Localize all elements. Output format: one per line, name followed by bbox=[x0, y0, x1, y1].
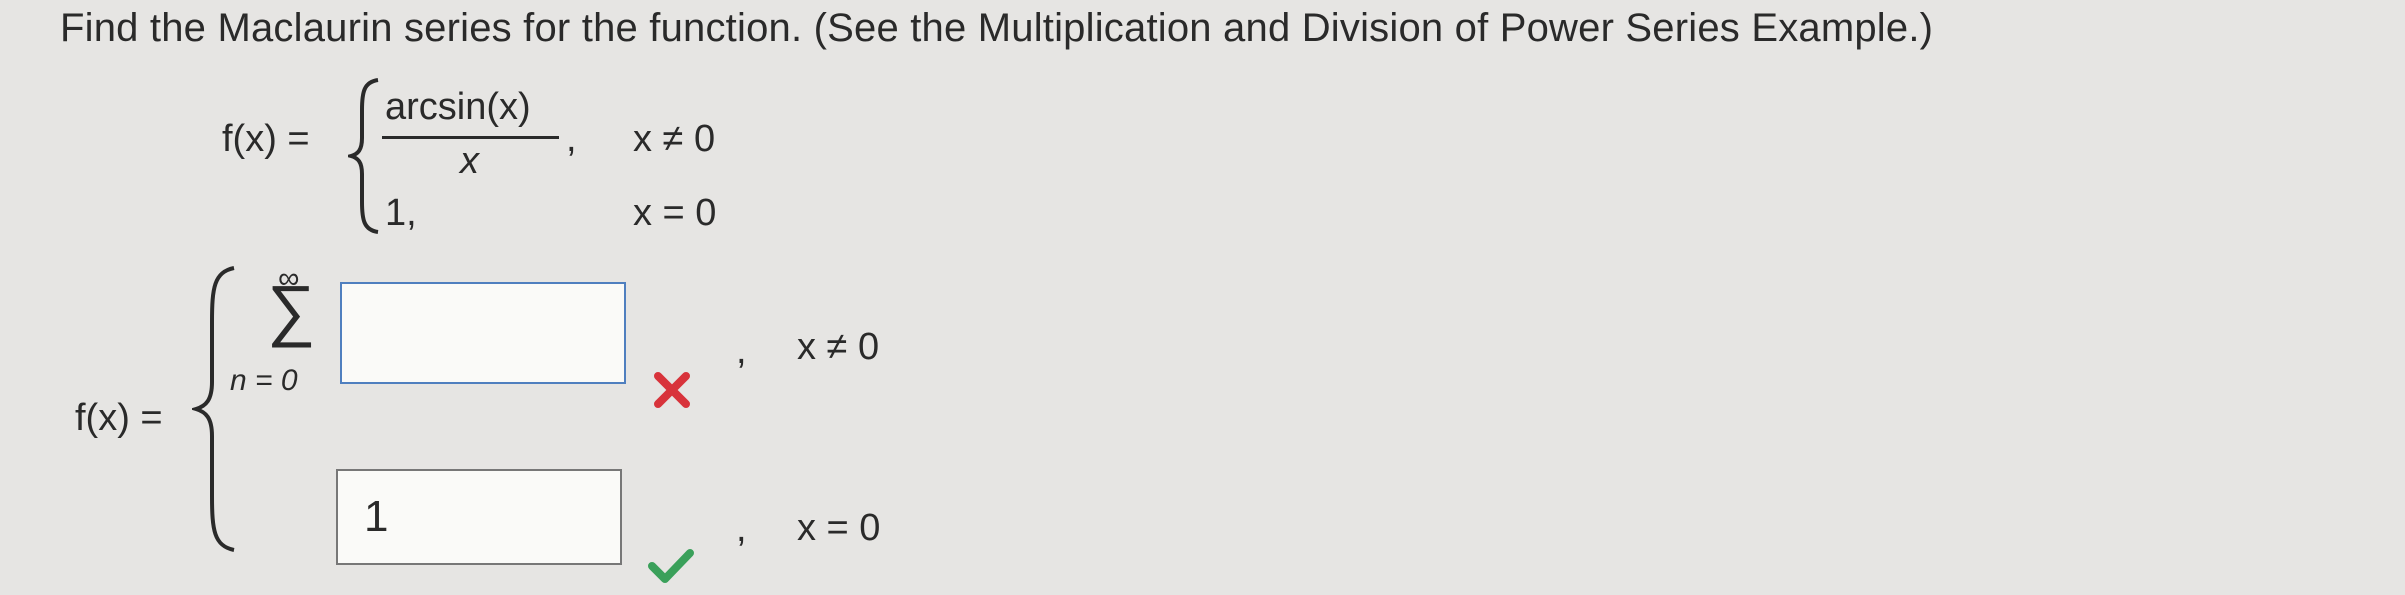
given-case1-denominator: x bbox=[460, 140, 479, 182]
incorrect-x-icon bbox=[652, 370, 692, 410]
answer-case1-comma: , bbox=[736, 330, 747, 372]
given-function-lhs: f(x) = bbox=[222, 118, 310, 160]
sum-lower-limit: n = 0 bbox=[230, 364, 298, 397]
answer-case1-condition: x ≠ 0 bbox=[797, 326, 880, 368]
sum-symbol: ∑ bbox=[267, 272, 316, 348]
given-case2-value: 1, bbox=[385, 192, 417, 234]
given-case1-comma: , bbox=[566, 118, 577, 160]
answer-function-brace bbox=[192, 266, 235, 552]
series-term-input[interactable] bbox=[340, 282, 626, 384]
constant-value-input[interactable]: 1 bbox=[336, 469, 622, 565]
answer-function-lhs: f(x) = bbox=[75, 397, 163, 439]
correct-check-icon bbox=[648, 548, 694, 584]
given-case1-numerator: arcsin(x) bbox=[385, 86, 531, 128]
question-prompt: Find the Maclaurin series for the functi… bbox=[60, 6, 1934, 50]
answer-case2-comma: , bbox=[736, 508, 747, 550]
given-case1-condition: x ≠ 0 bbox=[633, 118, 716, 160]
given-case1-fraction-bar bbox=[382, 136, 559, 139]
given-case2-condition: x = 0 bbox=[633, 192, 717, 234]
given-function-brace bbox=[348, 78, 379, 234]
answer-case2-condition: x = 0 bbox=[797, 507, 881, 549]
